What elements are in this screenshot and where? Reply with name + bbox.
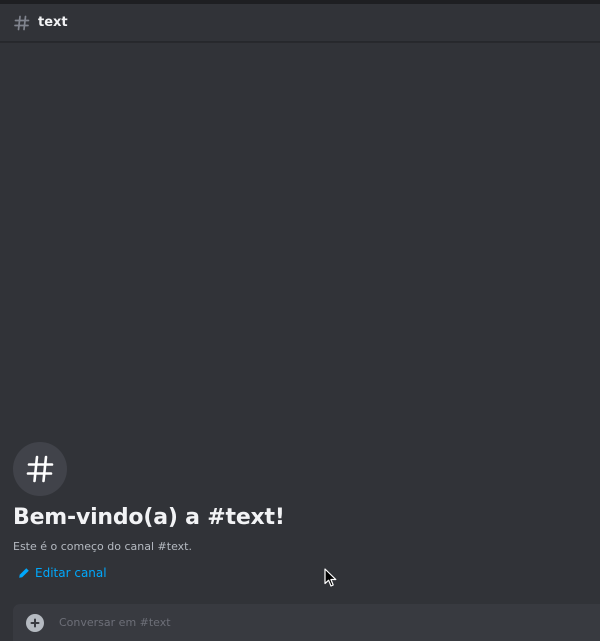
welcome-subtitle: Este é o começo do canal #text. <box>13 540 192 553</box>
channel-title: text <box>38 15 68 30</box>
message-input[interactable] <box>57 611 600 634</box>
welcome-title: Bem-vindo(a) a #text! <box>13 505 285 530</box>
hashtag-icon <box>13 14 31 32</box>
pencil-icon <box>18 567 30 579</box>
message-composer <box>13 604 600 641</box>
channel-welcome: Bem-vindo(a) a #text! Este é o começo do… <box>13 442 583 583</box>
app-window: text Bem-vindo(a) a #text! Este é o come… <box>0 0 600 641</box>
plus-circle-icon[interactable] <box>26 613 44 632</box>
welcome-hashtag-icon <box>13 442 67 496</box>
channel-header: text <box>0 4 600 42</box>
mouse-cursor-icon <box>324 568 338 588</box>
edit-channel-label: Editar canal <box>35 566 107 580</box>
edit-channel-link[interactable]: Editar canal <box>18 566 107 580</box>
